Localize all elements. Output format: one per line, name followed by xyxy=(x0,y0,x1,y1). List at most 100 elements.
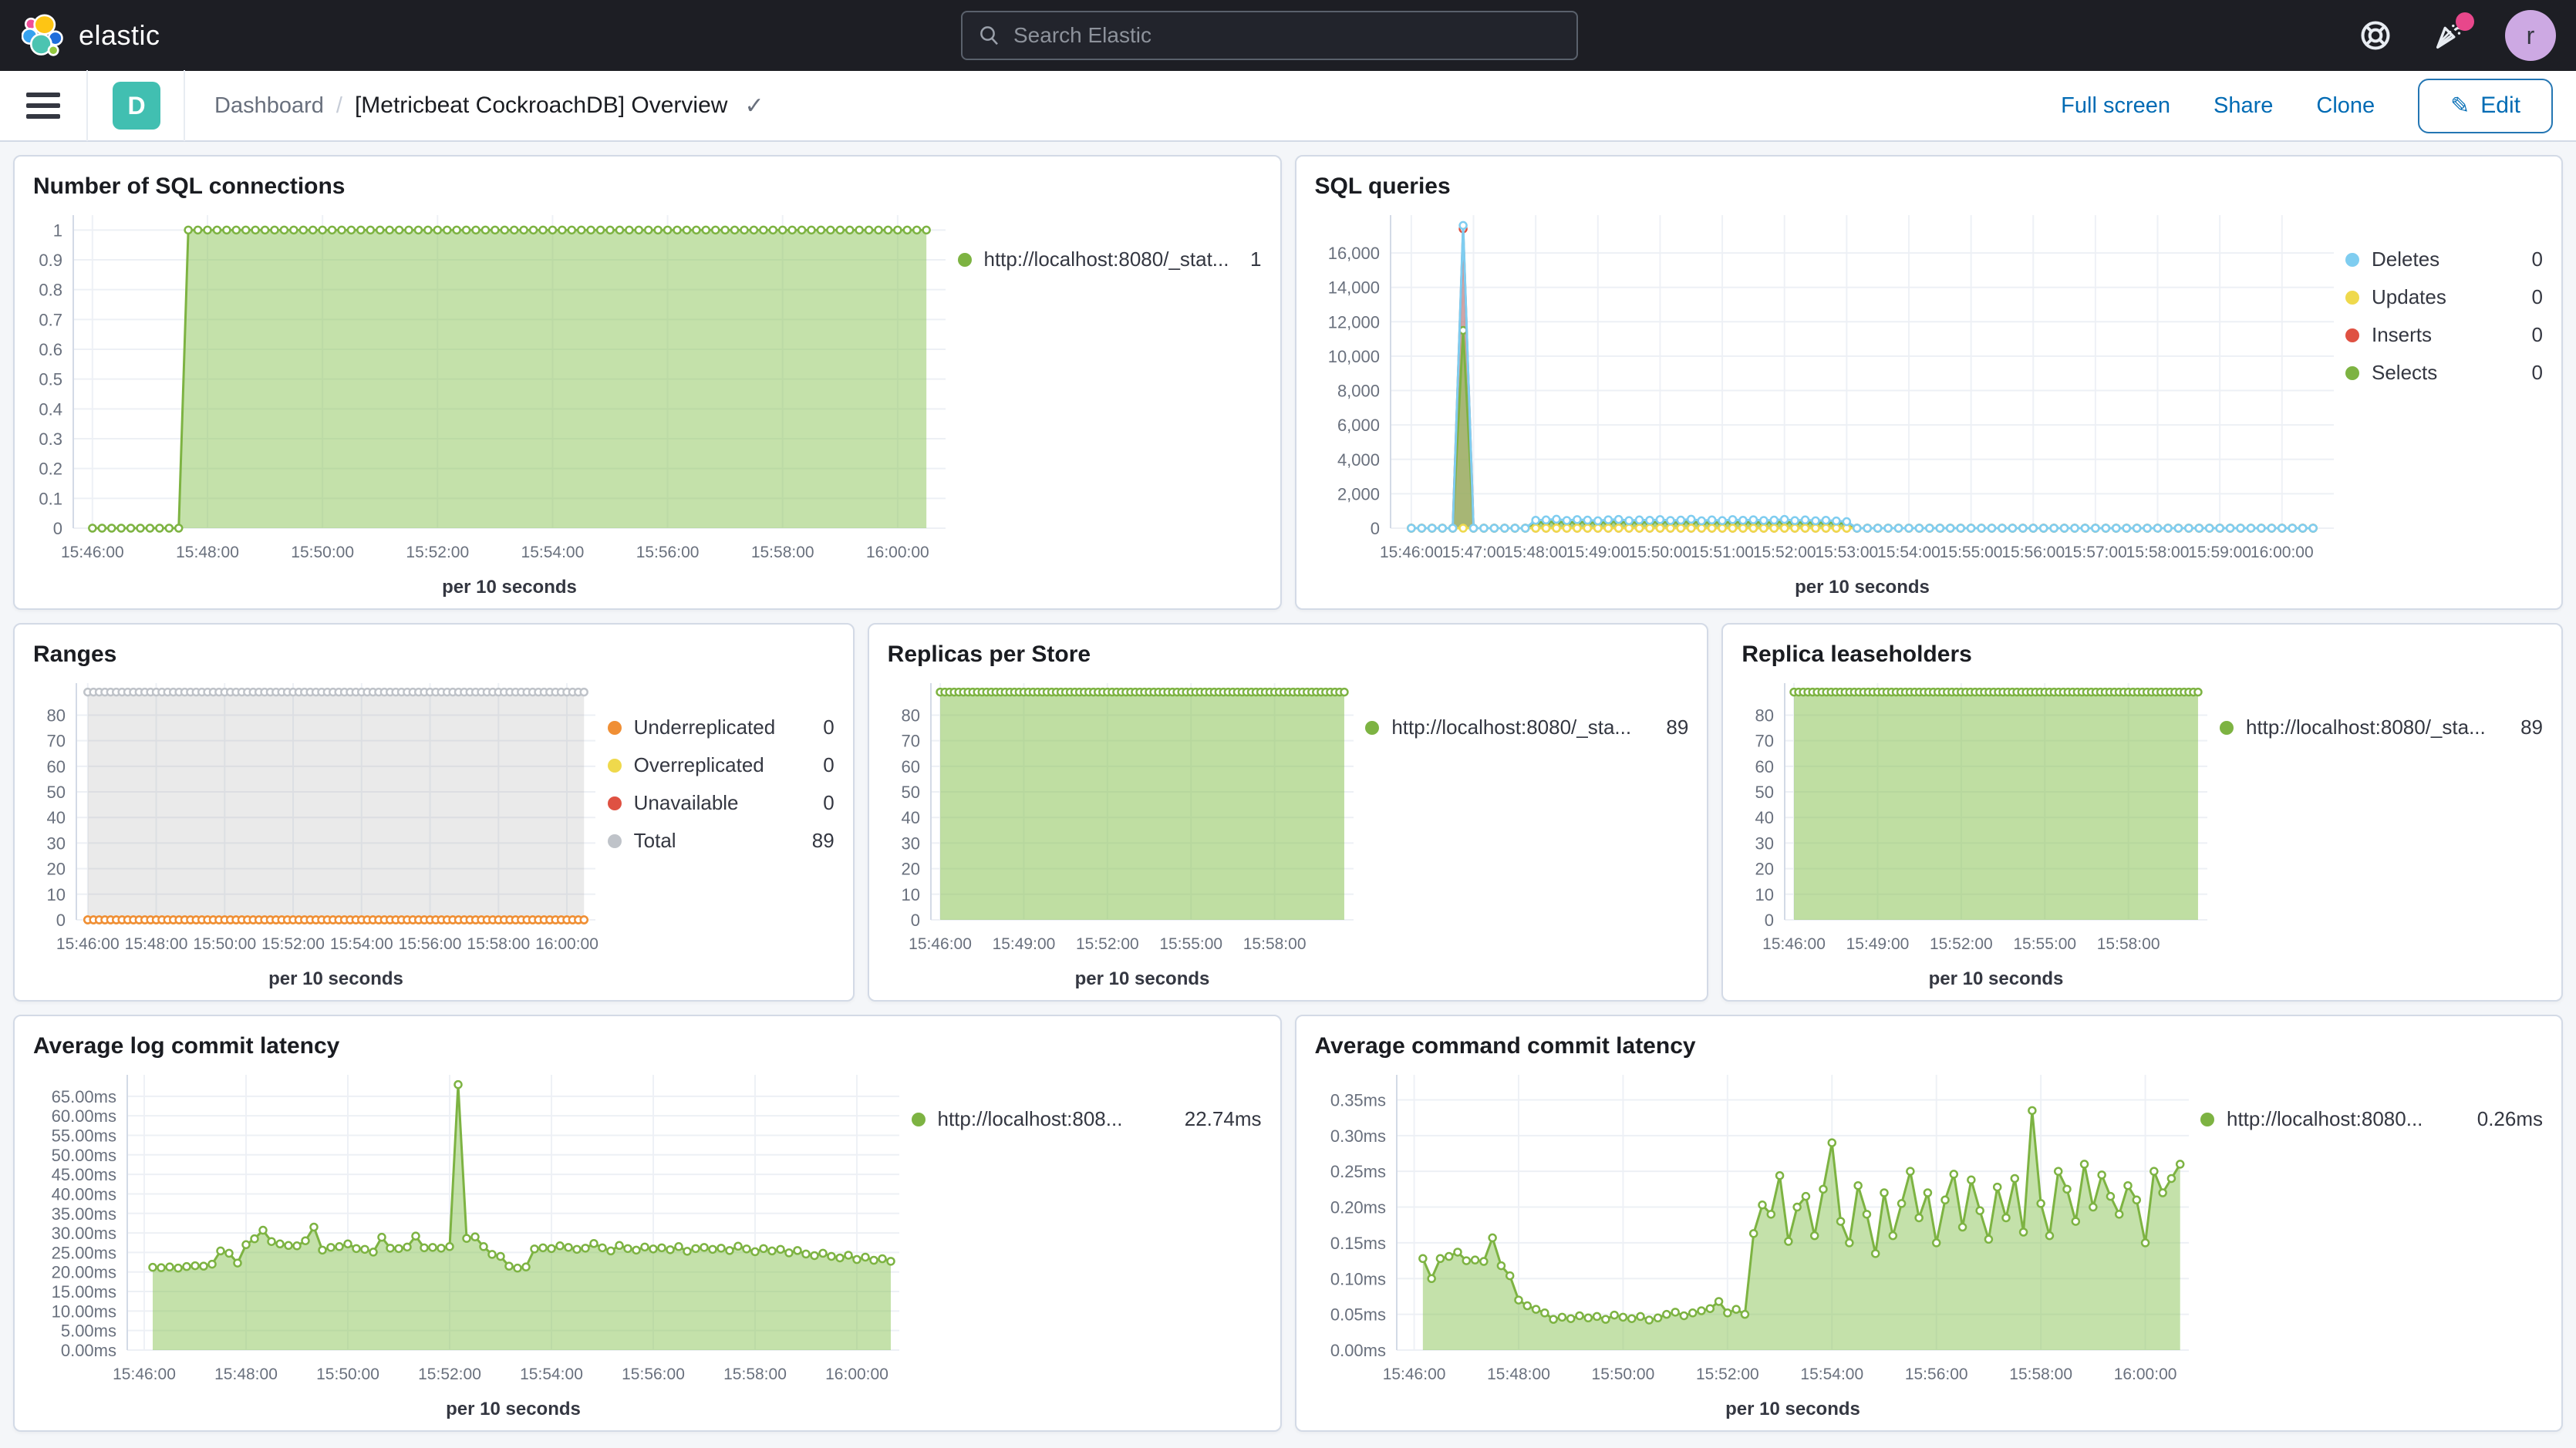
svg-text:15:55:00: 15:55:00 xyxy=(1939,544,2002,561)
panel-title[interactable]: Average log commit latency xyxy=(33,1033,1266,1059)
legend-dot-icon xyxy=(2345,328,2359,342)
command-commit-latency-chart[interactable]: 15:46:0015:48:0015:50:0015:52:0015:54:00… xyxy=(1310,1061,2201,1426)
svg-text:0.30ms: 0.30ms xyxy=(1330,1126,1385,1146)
svg-text:15:54:00: 15:54:00 xyxy=(521,544,585,561)
svg-text:0.35ms: 0.35ms xyxy=(1330,1090,1385,1110)
svg-text:0.5: 0.5 xyxy=(39,370,62,389)
svg-text:15:58:00: 15:58:00 xyxy=(723,1365,787,1383)
svg-text:15:55:00: 15:55:00 xyxy=(2014,935,2077,953)
svg-text:15:49:00: 15:49:00 xyxy=(1566,544,1629,561)
svg-text:0.8: 0.8 xyxy=(39,281,62,300)
ranges-chart[interactable]: 15:46:0015:48:0015:50:0015:52:0015:54:00… xyxy=(29,669,608,995)
elastic-logo[interactable]: elastic xyxy=(0,14,160,57)
share-button[interactable]: Share xyxy=(2214,93,2273,119)
svg-text:15:46:00: 15:46:00 xyxy=(1382,1365,1445,1383)
svg-text:15:56:00: 15:56:00 xyxy=(1904,1365,1967,1383)
newsfeed-button[interactable] xyxy=(2431,17,2468,54)
user-avatar[interactable]: r xyxy=(2505,10,2556,61)
svg-text:50.00ms: 50.00ms xyxy=(52,1146,116,1165)
svg-text:0.00ms: 0.00ms xyxy=(61,1341,116,1360)
chart-legend: http://localhost:8080...0.26ms xyxy=(2200,1061,2547,1426)
svg-text:60: 60 xyxy=(901,757,919,776)
svg-text:15:46:00: 15:46:00 xyxy=(113,1365,176,1383)
svg-text:15:49:00: 15:49:00 xyxy=(1846,935,1910,953)
svg-text:15:58:00: 15:58:00 xyxy=(2126,544,2189,561)
svg-text:per 10 seconds: per 10 seconds xyxy=(1074,968,1209,989)
svg-text:10: 10 xyxy=(901,885,919,904)
breadcrumb-dashboard-link[interactable]: Dashboard xyxy=(214,93,324,119)
svg-text:15:48:00: 15:48:00 xyxy=(1504,544,1567,561)
svg-text:10: 10 xyxy=(1755,885,1774,904)
menu-button[interactable] xyxy=(26,93,60,119)
panel-replicas-per-store: Replicas per Store 15:46:0015:49:0015:52… xyxy=(868,623,1709,1002)
panel-title[interactable]: SQL queries xyxy=(1315,173,2548,200)
legend-item: http://localhost:8080/_sta...89 xyxy=(1365,716,1688,739)
panel-title[interactable]: Replica leaseholders xyxy=(1741,641,2547,668)
legend-value: 0 xyxy=(2532,285,2543,309)
svg-text:30.00ms: 30.00ms xyxy=(52,1224,116,1243)
svg-text:0.7: 0.7 xyxy=(39,310,62,329)
legend-dot-icon xyxy=(2345,253,2359,267)
replica-leaseholders-chart[interactable]: 15:46:0015:49:0015:52:0015:55:0015:58:00… xyxy=(1737,669,2220,995)
legend-dot-icon xyxy=(2345,366,2359,380)
svg-text:15:54:00: 15:54:00 xyxy=(520,1365,583,1383)
sql-queries-chart[interactable]: 15:46:0015:47:0015:48:0015:49:0015:50:00… xyxy=(1310,201,2346,604)
svg-text:0: 0 xyxy=(56,911,66,930)
logo-text: elastic xyxy=(79,19,160,52)
legend-dot-icon xyxy=(2220,721,2234,735)
panel-title[interactable]: Average command commit latency xyxy=(1315,1033,2548,1059)
svg-text:55.00ms: 55.00ms xyxy=(52,1126,116,1145)
svg-text:15:55:00: 15:55:00 xyxy=(1159,935,1222,953)
full-screen-button[interactable]: Full screen xyxy=(2061,93,2170,119)
svg-text:8,000: 8,000 xyxy=(1337,382,1379,401)
svg-text:16:00:00: 16:00:00 xyxy=(2250,544,2313,561)
sql-connections-chart[interactable]: 15:46:0015:48:0015:50:0015:52:0015:54:00… xyxy=(29,201,958,604)
breadcrumb: Dashboard / [Metricbeat CockroachDB] Ove… xyxy=(214,93,764,120)
breadcrumb-separator: / xyxy=(336,93,342,119)
legend-dot-icon xyxy=(608,721,622,735)
svg-text:15:46:00: 15:46:00 xyxy=(909,935,972,953)
avatar-initial: r xyxy=(2527,22,2535,50)
panel-title[interactable]: Number of SQL connections xyxy=(33,173,1266,200)
svg-text:15:54:00: 15:54:00 xyxy=(1800,1365,1863,1383)
panel-average-command-commit-latency: Average command commit latency 15:46:001… xyxy=(1295,1015,2564,1432)
search-input[interactable]: Search Elastic xyxy=(961,11,1578,60)
elastic-logo-icon xyxy=(22,14,65,57)
legend-dot-icon xyxy=(608,834,622,848)
svg-text:15:56:00: 15:56:00 xyxy=(622,1365,685,1383)
svg-text:15:54:00: 15:54:00 xyxy=(330,935,393,953)
svg-text:0.2: 0.2 xyxy=(39,460,62,479)
panel-average-log-commit-latency: Average log commit latency 15:46:0015:48… xyxy=(13,1015,1282,1432)
svg-text:6,000: 6,000 xyxy=(1337,416,1379,435)
svg-text:per 10 seconds: per 10 seconds xyxy=(1929,968,2064,989)
svg-text:50: 50 xyxy=(901,783,919,802)
edit-button[interactable]: ✎ Edit xyxy=(2418,79,2553,133)
legend-label: Underreplicated xyxy=(634,716,808,739)
help-button[interactable] xyxy=(2357,17,2394,54)
legend-item: Total89 xyxy=(608,829,835,853)
svg-text:0: 0 xyxy=(1765,911,1774,930)
chart-legend: http://localhost:808...22.74ms xyxy=(912,1061,1266,1426)
svg-text:15:58:00: 15:58:00 xyxy=(467,935,530,953)
legend-label: http://localhost:8080/_sta... xyxy=(2246,716,2505,739)
svg-text:0.3: 0.3 xyxy=(39,429,62,449)
panel-title[interactable]: Ranges xyxy=(33,641,839,668)
legend-item: http://localhost:808...22.74ms xyxy=(912,1107,1262,1131)
legend-dot-icon xyxy=(958,253,972,267)
log-commit-latency-chart[interactable]: 15:46:0015:48:0015:50:0015:52:0015:54:00… xyxy=(29,1061,912,1426)
replicas-per-store-chart[interactable]: 15:46:0015:49:0015:52:0015:55:0015:58:00… xyxy=(883,669,1366,995)
chart-legend: http://localhost:8080/_sta...89 xyxy=(2220,669,2547,995)
svg-text:40: 40 xyxy=(901,808,919,827)
svg-text:0: 0 xyxy=(910,911,919,930)
svg-text:15:56:00: 15:56:00 xyxy=(636,544,700,561)
panel-title[interactable]: Replicas per Store xyxy=(888,641,1694,668)
svg-text:80: 80 xyxy=(901,705,919,725)
clone-button[interactable]: Clone xyxy=(2316,93,2375,119)
panel-sql-queries: SQL queries 15:46:0015:47:0015:48:0015:4… xyxy=(1295,155,2564,610)
panel-ranges: Ranges 15:46:0015:48:0015:50:0015:52:001… xyxy=(13,623,855,1002)
svg-text:65.00ms: 65.00ms xyxy=(52,1087,116,1106)
svg-text:15:52:00: 15:52:00 xyxy=(406,544,469,561)
legend-item: http://localhost:8080/_sta...89 xyxy=(2220,716,2543,739)
svg-text:15:49:00: 15:49:00 xyxy=(992,935,1055,953)
panel-replica-leaseholders: Replica leaseholders 15:46:0015:49:0015:… xyxy=(1721,623,2563,1002)
